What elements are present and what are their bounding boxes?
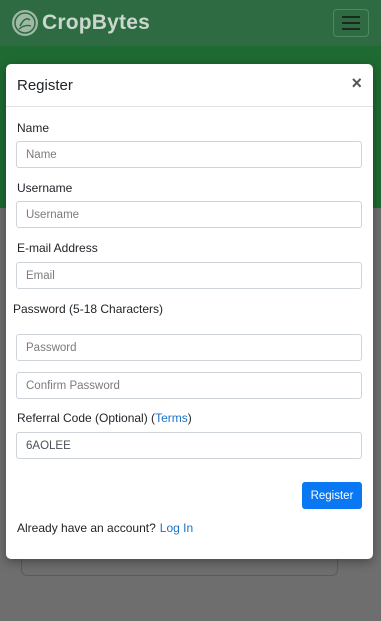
close-icon[interactable]: × — [351, 74, 362, 92]
username-input[interactable] — [16, 201, 362, 228]
password-input[interactable] — [16, 334, 362, 361]
name-input[interactable] — [16, 141, 362, 168]
referral-code-input[interactable] — [16, 432, 362, 459]
password-label: Password (5-18 Characters) — [13, 302, 164, 316]
modal-title: Register — [17, 76, 73, 94]
modal-header: Register × — [6, 64, 373, 107]
register-modal: Register × Name Username E-mail Address … — [6, 64, 373, 559]
brand[interactable]: CropBytes — [12, 10, 150, 36]
email-input[interactable] — [16, 262, 362, 289]
name-label: Name — [17, 121, 50, 135]
confirm-password-input[interactable] — [16, 372, 362, 399]
hamburger-icon[interactable] — [333, 9, 369, 37]
leaf-globe-icon — [12, 10, 38, 36]
login-row: Already have an account? Log In — [17, 521, 193, 535]
referral-label: Referral Code (Optional) (Terms) — [17, 411, 192, 425]
login-prompt: Already have an account? — [17, 521, 156, 535]
referral-label-text: Referral Code (Optional) ( — [17, 411, 156, 425]
referral-label-suffix: ) — [187, 411, 192, 425]
register-button[interactable]: Register — [302, 482, 362, 509]
username-label: Username — [17, 181, 73, 195]
terms-link[interactable]: Terms — [155, 411, 188, 425]
brand-name: CropBytes — [42, 11, 150, 34]
navbar: CropBytes — [0, 0, 381, 46]
email-label: E-mail Address — [17, 241, 98, 255]
login-link[interactable]: Log In — [160, 521, 193, 535]
